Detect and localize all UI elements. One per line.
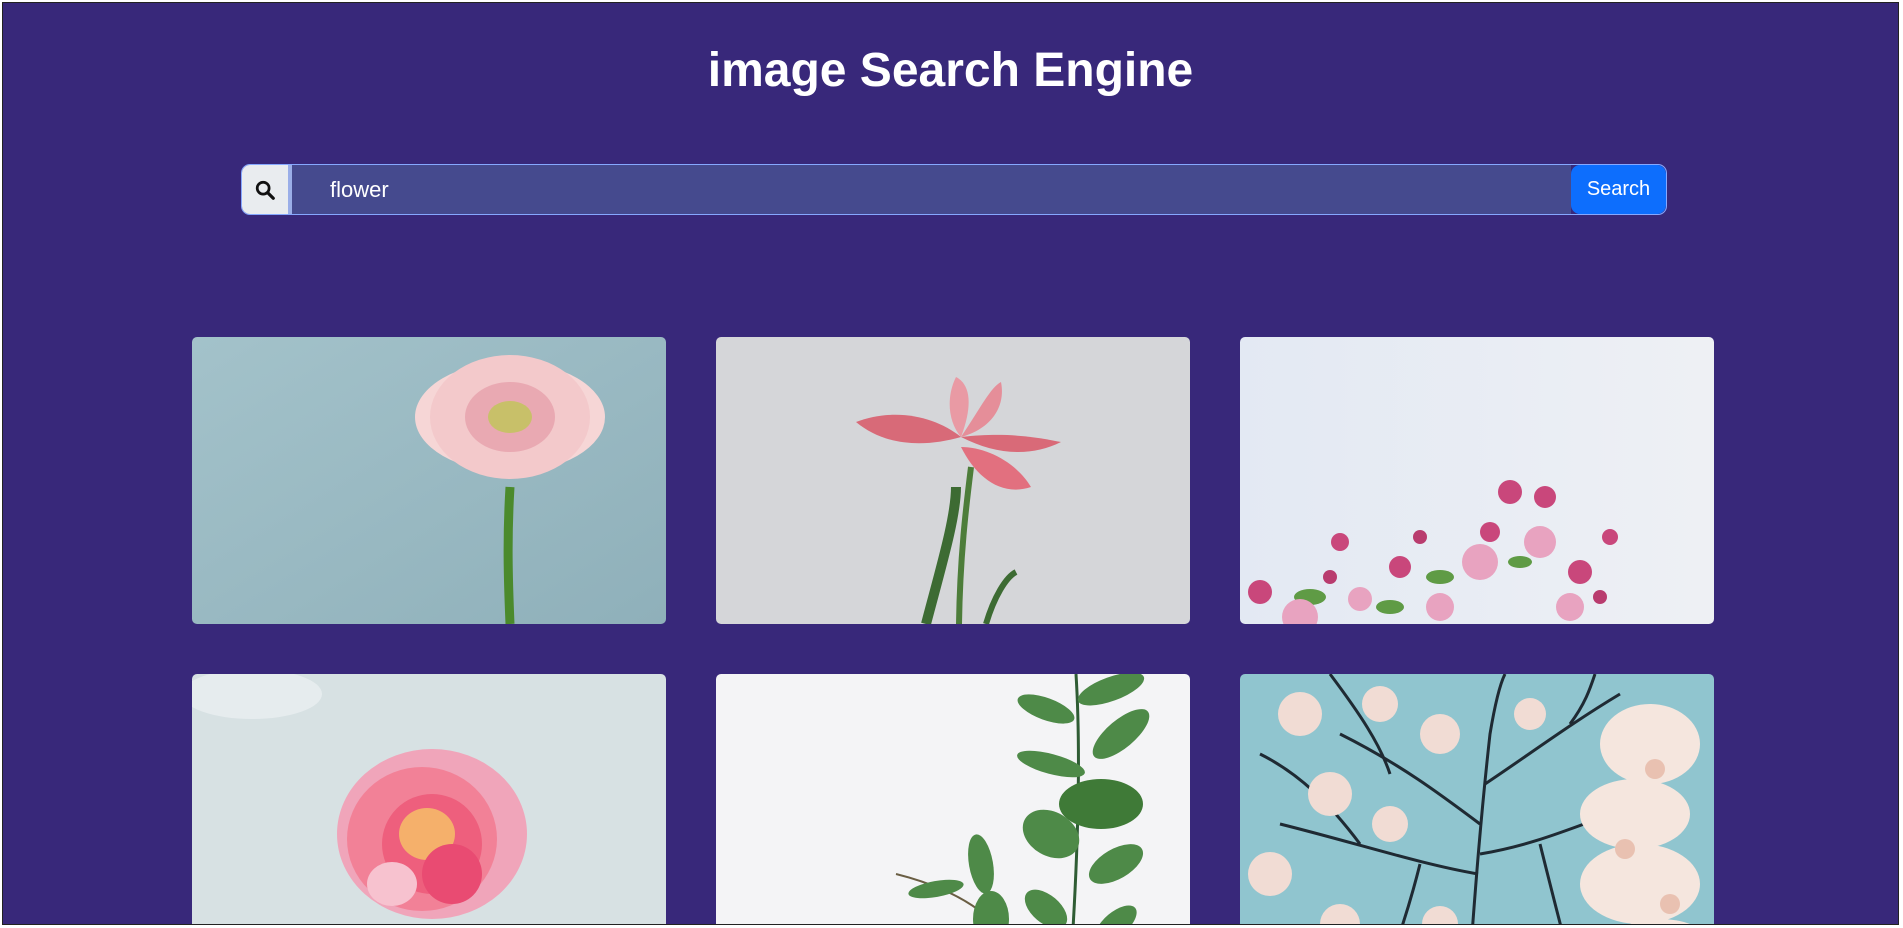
search-input[interactable] (292, 165, 1571, 214)
result-image-cherry-tree[interactable] (1240, 674, 1714, 924)
result-image-lily[interactable] (716, 337, 1190, 624)
result-image-gerbera[interactable] (192, 337, 666, 624)
results-grid (192, 337, 1716, 924)
result-image-eucalyptus[interactable] (716, 674, 1190, 924)
result-image-rose[interactable] (192, 674, 666, 924)
search-bar: Search (241, 164, 1667, 215)
page-title: image Search Engine (707, 44, 1194, 97)
app-window: image Search Engine Search (2, 2, 1899, 925)
result-image-blossoms[interactable] (1240, 337, 1714, 624)
search-icon[interactable] (242, 165, 292, 214)
search-button[interactable]: Search (1571, 165, 1666, 214)
